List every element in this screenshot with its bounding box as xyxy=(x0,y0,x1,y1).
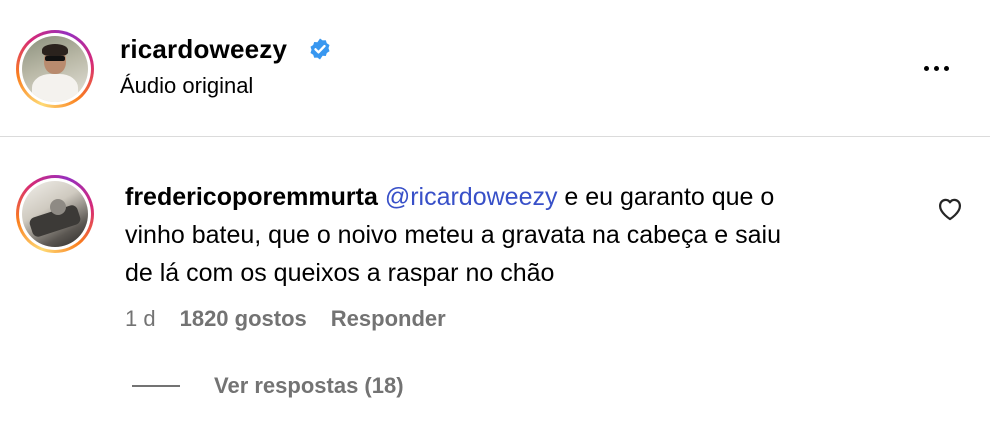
heart-icon[interactable] xyxy=(936,195,964,221)
comment-text: fredericoporemmurta @ricardoweezy e eu g… xyxy=(125,178,905,292)
view-replies-label: Ver respostas (18) xyxy=(214,373,404,398)
view-replies-button[interactable]: Ver respostas (18) xyxy=(132,373,404,399)
story-ring[interactable] xyxy=(16,175,94,253)
verified-badge-icon xyxy=(310,38,330,60)
likes-count[interactable]: 1820 gostos xyxy=(180,306,307,332)
divider-line xyxy=(132,385,180,387)
comment-time[interactable]: 1 d xyxy=(125,306,156,332)
audio-label[interactable]: Áudio original xyxy=(120,73,253,99)
post-header: ricardoweezy Áudio original xyxy=(0,0,990,137)
story-ring[interactable] xyxy=(16,30,94,108)
avatar[interactable] xyxy=(22,36,88,102)
comment-username[interactable]: fredericoporemmurta xyxy=(125,183,378,211)
comment-meta: 1 d 1820 gostos Responder xyxy=(125,306,446,332)
comment-body-line3: de lá com os queixos a raspar no chão xyxy=(125,259,555,287)
avatar[interactable] xyxy=(22,181,88,247)
comment-body-line2: vinho bateu, que o noivo meteu a gravata… xyxy=(125,221,782,249)
mention-link[interactable]: @ricardoweezy xyxy=(385,183,558,211)
reply-button[interactable]: Responder xyxy=(331,306,446,332)
comment-body-line1: e eu garanto que o xyxy=(557,183,775,211)
more-options-icon[interactable] xyxy=(916,58,956,78)
author-username[interactable]: ricardoweezy xyxy=(120,34,287,65)
